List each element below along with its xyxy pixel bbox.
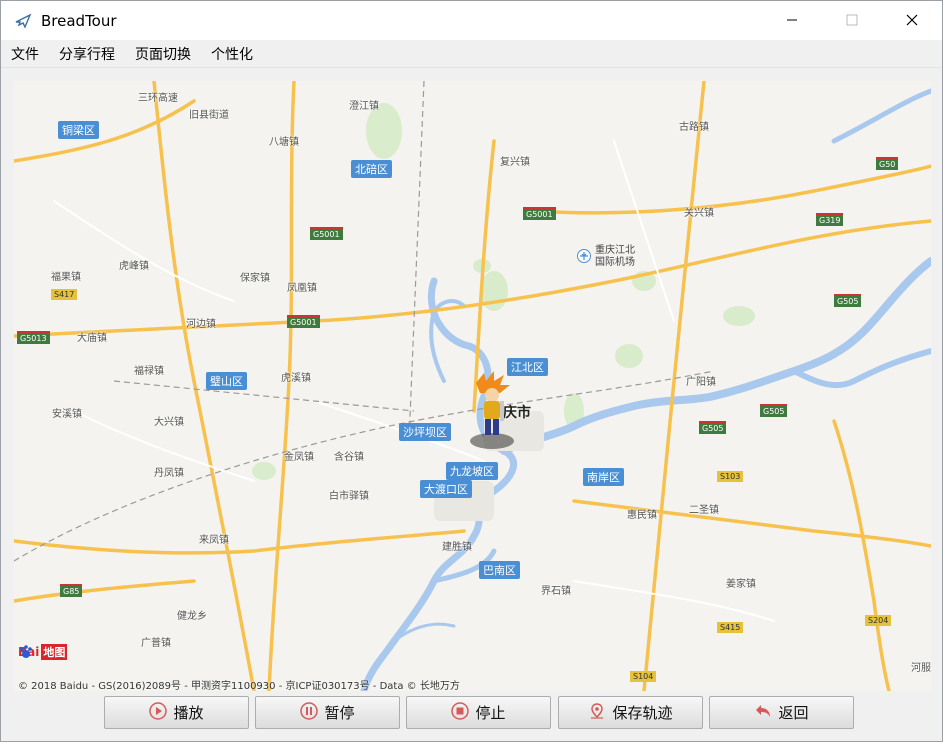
place-label: 金凤镇 [284, 452, 314, 463]
road-shield: G505 [699, 421, 727, 434]
district-label: 南岸区 [583, 468, 624, 486]
place-label: 凤凰镇 [287, 283, 317, 294]
place-label: 旧县街道 [189, 110, 229, 121]
place-label: 姜家镇 [726, 579, 756, 590]
place-label: 澄江镇 [349, 101, 379, 112]
place-label: 大庙镇 [77, 333, 107, 344]
place-label: 健龙乡 [177, 611, 207, 622]
pause-button-label: 暂停 [324, 704, 355, 722]
district-label: 大渡口区 [420, 480, 472, 498]
place-label: 复兴镇 [500, 157, 530, 168]
close-button[interactable] [882, 1, 942, 40]
back-arrow-icon [754, 702, 772, 724]
road-shield: S103 [717, 471, 744, 482]
place-label: 广阳镇 [686, 377, 716, 388]
place-label: 安溪镇 [52, 409, 82, 420]
title-bar[interactable]: BreadTour [1, 1, 942, 40]
road-shield: G5001 [523, 207, 556, 220]
play-button-label: 播放 [173, 704, 204, 722]
stop-icon [451, 701, 470, 724]
place-label: 惠民镇 [627, 510, 657, 521]
pause-button[interactable]: 暂停 [255, 696, 400, 729]
place-label: 广普镇 [141, 638, 171, 649]
place-label: 关兴镇 [684, 208, 714, 219]
place-label: 含谷镇 [334, 452, 364, 463]
save-track-button[interactable]: 保存轨迹 [558, 696, 703, 729]
place-label: 白市驿镇 [329, 491, 369, 502]
map-pin-icon [588, 702, 606, 724]
menu-bar: 文件 分享行程 页面切换 个性化 [1, 40, 942, 68]
road-shield: G505 [760, 404, 788, 417]
play-button[interactable]: 播放 [104, 696, 249, 729]
place-label: 福果镇 [51, 272, 81, 283]
minimize-icon [786, 11, 798, 30]
place-label: 虎峰镇 [119, 261, 149, 272]
place-label: 二圣镇 [689, 505, 719, 516]
district-label: 九龙坡区 [446, 462, 498, 480]
airport-marker: 重庆江北 国际机场 [577, 245, 635, 269]
airport-name-line2: 国际机场 [595, 257, 635, 268]
road-shield: S415 [717, 622, 744, 633]
place-label: 建胜镇 [442, 542, 472, 553]
place-label: 河服 [911, 663, 931, 674]
minimize-button[interactable] [762, 1, 822, 40]
back-button-label: 返回 [778, 704, 809, 722]
play-icon [149, 701, 168, 724]
menu-page-switch[interactable]: 页面切换 [125, 40, 201, 68]
pause-icon [300, 701, 319, 724]
place-label: 保家镇 [240, 273, 270, 284]
maximize-button[interactable] [822, 1, 882, 40]
place-label: 福禄镇 [134, 366, 164, 377]
map-view[interactable]: 三环高速 旧县街道 澄江镇 古路镇 八塘镇 复兴镇 关兴镇 福果镇 虎峰镇 保家… [14, 81, 931, 691]
stop-button[interactable]: 停止 [406, 696, 551, 729]
road-shield: G319 [816, 213, 844, 226]
menu-share-trip[interactable]: 分享行程 [49, 40, 125, 68]
place-label: 虎溪镇 [281, 373, 311, 384]
place-label: 八塘镇 [269, 137, 299, 148]
district-label: 璧山区 [206, 372, 247, 390]
stop-button-label: 停止 [475, 704, 506, 722]
road-shield: G50 [876, 157, 899, 170]
place-label: 三环高速 [138, 93, 178, 104]
maximize-icon [846, 11, 858, 30]
place-label: 河边镇 [186, 319, 216, 330]
close-icon [906, 11, 918, 30]
road-shield: S417 [51, 289, 78, 300]
menu-file[interactable]: 文件 [1, 40, 49, 68]
road-shield: S204 [865, 615, 892, 626]
district-label: 铜梁区 [58, 121, 99, 139]
baidu-logo: Bai 地图 [18, 644, 68, 660]
place-label: 大兴镇 [154, 417, 184, 428]
playback-toolbar: 播放 暂停 停止 保存轨迹 返回 [1, 693, 942, 733]
place-label: 丹凤镇 [154, 468, 184, 479]
place-label: 古路镇 [679, 122, 709, 133]
road-shield: S104 [630, 671, 657, 682]
district-label: 北碚区 [351, 160, 392, 178]
road-shield: G5013 [17, 331, 50, 344]
district-label: 巴南区 [479, 561, 520, 579]
district-label: 沙坪坝区 [399, 423, 451, 441]
menu-personalize[interactable]: 个性化 [201, 40, 263, 68]
baidu-logo-map-text: 地图 [41, 644, 68, 660]
window-title: BreadTour [41, 11, 117, 30]
road-shield: G505 [834, 294, 862, 307]
back-button[interactable]: 返回 [709, 696, 854, 729]
airport-name-line1: 重庆江北 [595, 245, 635, 256]
map-copyright: © 2018 Baidu - GS(2016)2089号 - 甲测资字11009… [18, 681, 460, 691]
app-window: BreadTour 文件 分享行程 页面切换 个性化 三环高速 旧县街道 澄江镇… [0, 0, 943, 742]
road-shield: G85 [60, 584, 83, 597]
road-shield: G5001 [310, 227, 343, 240]
place-label: 来凤镇 [199, 535, 229, 546]
road-shield: G5001 [287, 315, 320, 328]
airplane-icon [13, 11, 33, 31]
place-label: 界石镇 [541, 586, 571, 597]
save-track-button-label: 保存轨迹 [612, 704, 673, 722]
